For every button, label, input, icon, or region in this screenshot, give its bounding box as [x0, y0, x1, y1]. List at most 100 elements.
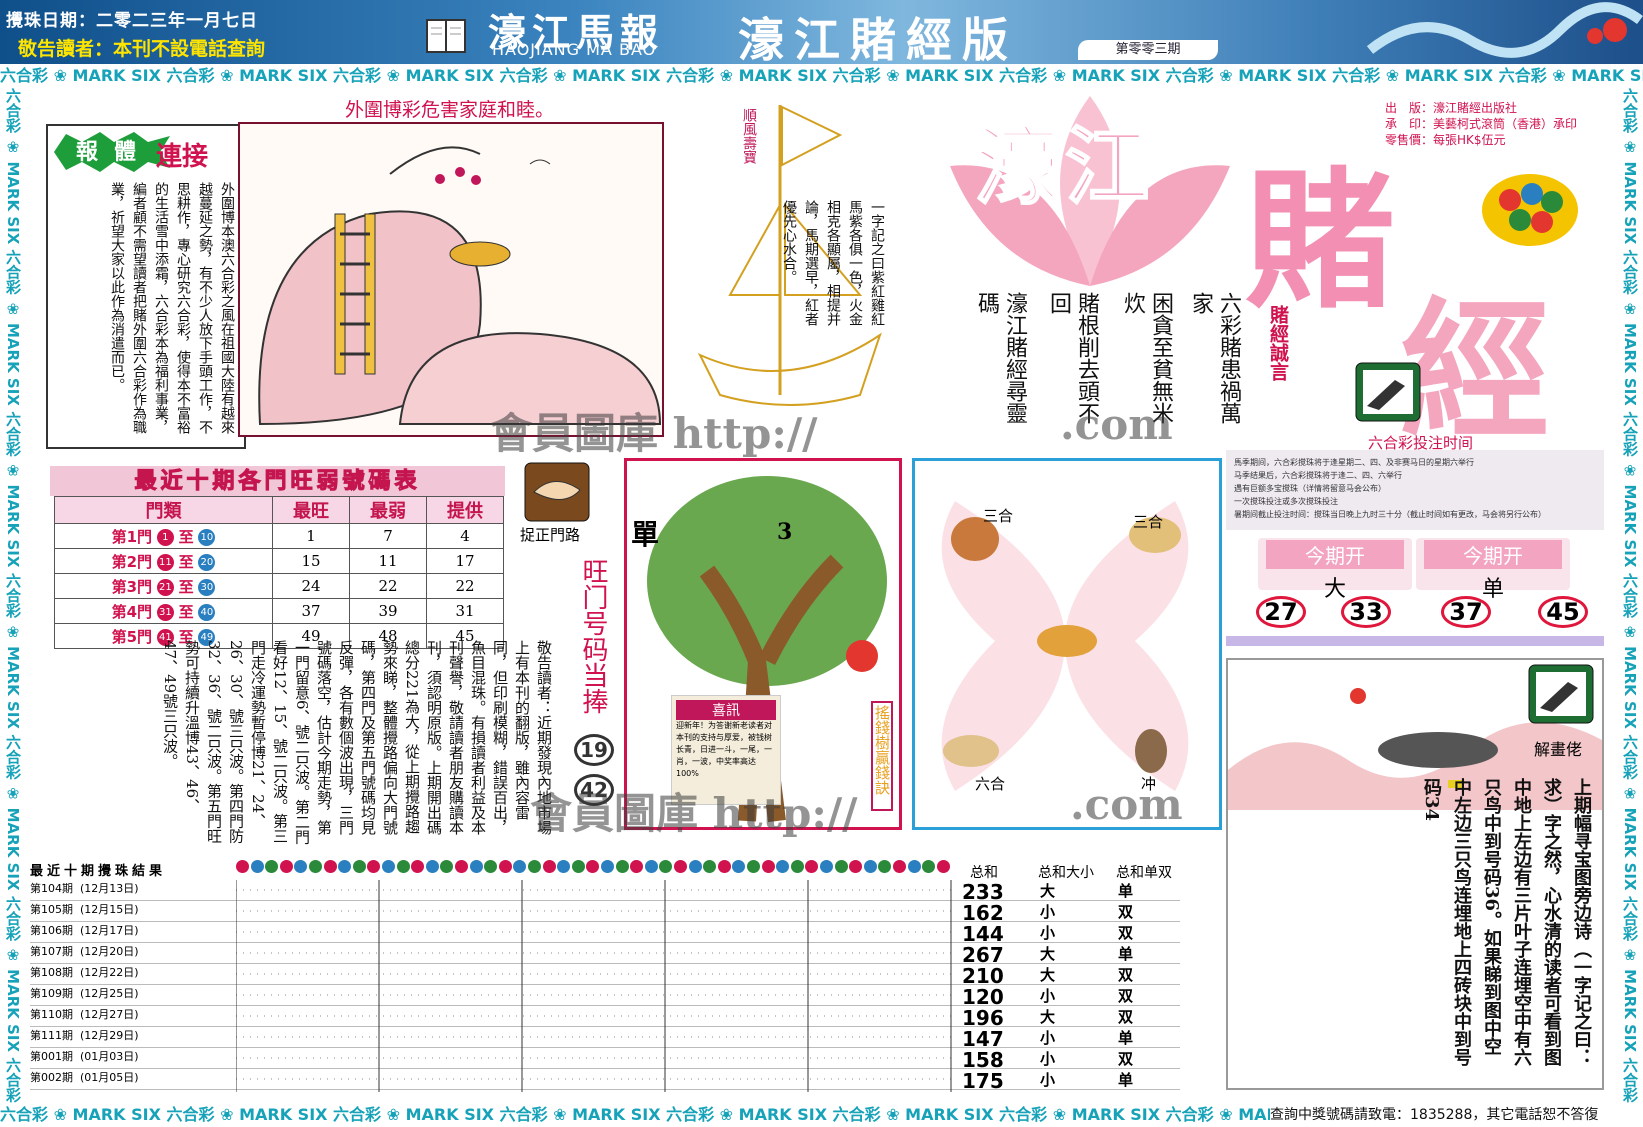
- lottery-balls-icon: [1482, 174, 1578, 246]
- logo-english: HAOJIANG MA BAO: [492, 40, 657, 59]
- door-to-ball: 40: [198, 604, 216, 621]
- motto-line-4: 濠江賭經尋靈碼: [974, 292, 1027, 424]
- result-period: 第105期: [30, 903, 73, 916]
- number-header-ball: [615, 860, 629, 873]
- sports-box: 報 體 連接 外圍博本澳六合彩之風在祖國大陸有越來越蔓延之勢，有不少人放下手頭工…: [46, 124, 246, 449]
- pick-cell: 31: [426, 598, 504, 624]
- number-header-ball: [820, 860, 833, 873]
- pointing-hand-icon: [1355, 362, 1421, 422]
- door-table-title: 最近十期各門旺弱號碼表: [50, 466, 505, 496]
- number-header-ball: [805, 860, 819, 873]
- number-header-ball: [250, 860, 264, 873]
- result-period: 第104期: [30, 882, 73, 895]
- hot-number: 19: [574, 734, 614, 766]
- door-name-cell: 第4門 31 至 40: [53, 598, 274, 624]
- door-table: 門類 最旺 最弱 提供 第1門 1 至 10 1 7 4 第2門 11 至 20 15 11…: [53, 496, 504, 649]
- door-to-word: 至: [178, 527, 194, 546]
- number-header-ball: [382, 860, 395, 873]
- motto-heading: 賭經誠言: [1267, 305, 1289, 381]
- number-header-ball: [440, 860, 454, 873]
- pick-cell: 22: [426, 573, 504, 599]
- door-to-ball: 30: [198, 579, 216, 596]
- bottom-band: 六合彩 ❀ MARK SIX 六合彩 ❀ MARK SIX 六合彩 ❀ MARK…: [0, 1105, 1270, 1124]
- door-to-word: 至: [178, 602, 194, 621]
- result-parity: 双: [1118, 1050, 1134, 1068]
- pick-cell: 4: [426, 523, 504, 549]
- results-number-header: [236, 860, 952, 876]
- number-header-ball: [674, 860, 687, 873]
- bet-time-item: 马季结果后，六合彩搅珠将于逢二、四、六举行: [1234, 471, 1402, 480]
- number-header-ball: [790, 860, 804, 873]
- number-header-ball: [747, 860, 760, 873]
- article-text: 敬告讀者：近期發現內地市場上有本刊的翻版，雖內容雷同，但印刷模糊，錯誤百出，魚目…: [161, 640, 553, 845]
- tree-single: 單: [631, 518, 660, 551]
- purple-divider: [1226, 636, 1604, 646]
- door-name: 第3門: [111, 577, 153, 596]
- result-parity: 单: [1118, 882, 1134, 900]
- door-table-row: 第1門 1 至 10 1 7 4: [53, 523, 504, 549]
- number-header-ball: [571, 860, 585, 873]
- result-period: 第106期: [30, 924, 73, 937]
- result-period: 第107期: [30, 945, 73, 958]
- zodiac-label-tr: 三合: [1133, 513, 1164, 531]
- number-header-ball: [761, 860, 775, 873]
- number-header-ball: [265, 860, 279, 873]
- result-size: 小: [1040, 987, 1056, 1005]
- number-header-ball: [528, 860, 541, 873]
- number-header-ball: [849, 860, 863, 873]
- period-number: 45: [1538, 596, 1588, 628]
- book-icon: [426, 19, 466, 53]
- solution-label: 解畫佬: [1534, 740, 1583, 759]
- bet-time-item: 馬季期间，六合彩搅珠将于逢星期二、四、及非赛马日的星期六举行: [1234, 458, 1474, 467]
- number-header-ball: [659, 860, 673, 873]
- issue-number: 第零零三期: [1078, 40, 1218, 60]
- col-header: 門類: [53, 496, 274, 524]
- cold-cell: 11: [349, 548, 427, 574]
- solution-hand-icon: [1528, 664, 1594, 724]
- zodiac-label-bl: 六合: [975, 775, 1006, 793]
- number-header-ball: [893, 860, 906, 873]
- sports-text: 外圍博本澳六合彩之風在祖國大陸有越來越蔓延之勢，有不少人放下手頭工作，不思耕作，…: [109, 182, 235, 434]
- this-period-label: 今期开: [1266, 540, 1404, 569]
- result-parity: 双: [1118, 966, 1134, 984]
- period-number: 27: [1256, 596, 1306, 628]
- door-from-ball: 1: [156, 529, 174, 546]
- number-header-ball: [644, 860, 658, 873]
- number-header-ball: [703, 860, 717, 873]
- good-news-text: 迎新年！为答谢新老读者对本刊的支持与厚爱，被钱树长青，日进一斗，一尾，一肖，一波…: [676, 721, 772, 778]
- dragon-decoration-icon: [1366, 2, 1643, 58]
- number-header-ball: [922, 860, 936, 873]
- watermark-text: 會員圖庫 http://: [490, 409, 818, 458]
- cartoon-panel: [238, 122, 664, 437]
- right-band: 六合彩 ❀ MARK SIX 六合彩 ❀ MARK SIX 六合彩 ❀ MARK…: [1621, 88, 1639, 1103]
- result-period: 第109期: [30, 987, 73, 1000]
- zodiac-panel: 三合 三合 六合 冲: [912, 458, 1222, 830]
- number-header-ball: [498, 860, 512, 873]
- number-header-ball: [294, 860, 308, 873]
- bet-time-item: 遇有巨额多宝搅珠（详情将留意马会公布）: [1234, 484, 1386, 493]
- this-period-big: 今期开 大: [1258, 538, 1412, 602]
- door-table-row: 第4門 31 至 40 37 39 31: [53, 598, 504, 624]
- door-from-ball: 11: [156, 554, 174, 571]
- number-header-ball: [455, 860, 468, 873]
- door-name: 第1門: [111, 527, 153, 546]
- col-header: 提供: [426, 496, 504, 524]
- result-date: (12月17日): [80, 924, 139, 937]
- result-date: (12月27日): [80, 1008, 139, 1021]
- result-parity: 单: [1118, 1071, 1134, 1089]
- door-table-row: 第2門 11 至 20 15 11 17: [53, 548, 504, 574]
- result-size: 小: [1040, 1071, 1056, 1089]
- result-date: (12月25日): [80, 987, 139, 1000]
- door-name: 第4門: [111, 602, 153, 621]
- number-header-ball: [586, 860, 600, 873]
- result-date: (01月05日): [80, 1071, 139, 1084]
- results-col-sum: 总和: [970, 865, 998, 881]
- bet-time-item: 一次搅珠投注或多次搅珠投注: [1234, 497, 1338, 506]
- result-parity: 单: [1118, 1029, 1134, 1047]
- result-parity: 双: [1118, 903, 1134, 921]
- number-header-ball: [557, 860, 571, 873]
- result-date: (12月20日): [80, 945, 139, 958]
- solution-text: 上期幅寻宝图旁边诗（一字记之曰：求）字之然，心水清的读者可看到图中地上左边有三片…: [1421, 778, 1592, 1066]
- edition-title: 濠江賭經版: [738, 13, 1018, 67]
- number-header-ball: [907, 860, 921, 873]
